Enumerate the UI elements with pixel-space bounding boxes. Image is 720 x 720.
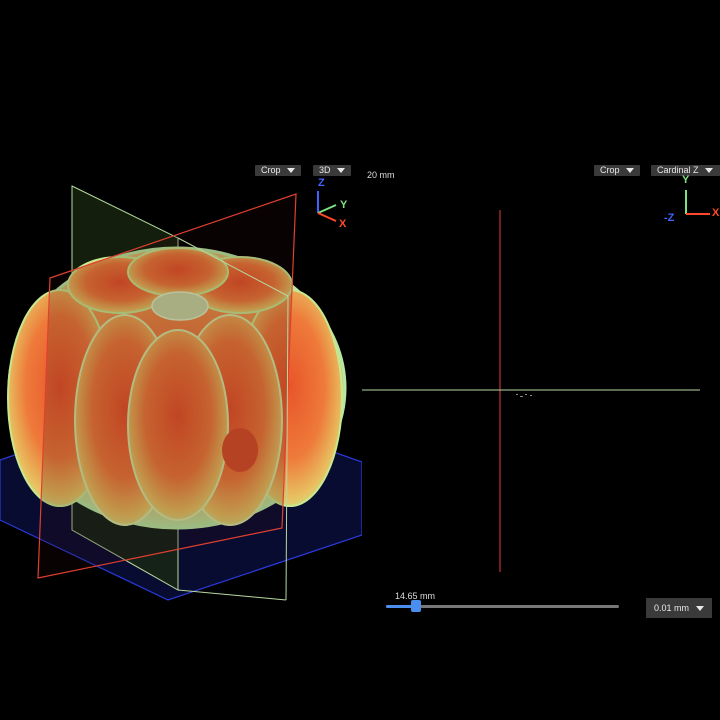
- slice-slider[interactable]: [386, 600, 619, 612]
- step-size-label: 0.01 mm: [654, 603, 690, 613]
- axis-gizmo-3d: [317, 191, 337, 222]
- chevron-down-icon: [286, 168, 295, 174]
- y-axis-label: Y: [682, 174, 690, 186]
- crop-label: Crop: [261, 165, 281, 175]
- crop-dropdown-slice[interactable]: Crop: [594, 165, 640, 176]
- crop-dropdown-3d[interactable]: Crop: [255, 165, 301, 176]
- x-axis-label: X: [712, 207, 720, 219]
- crop-label: Crop: [600, 165, 620, 175]
- view-mode-label: 3D: [319, 165, 331, 175]
- chevron-down-icon: [696, 606, 704, 611]
- chevron-down-icon: [336, 168, 345, 174]
- chevron-down-icon: [625, 168, 634, 174]
- slider-thumb[interactable]: [411, 600, 422, 612]
- z-axis-label: Z: [318, 177, 325, 189]
- y-axis-label: Y: [340, 199, 348, 211]
- slice-viewport[interactable]: [360, 200, 705, 580]
- orientation-label: Cardinal Z: [657, 165, 699, 175]
- slice-speckle: [516, 394, 532, 397]
- scale-label: 20 mm: [367, 170, 395, 180]
- step-size-dropdown[interactable]: 0.01 mm: [646, 598, 712, 618]
- chevron-down-icon: [704, 168, 713, 174]
- view-mode-dropdown[interactable]: 3D: [313, 165, 351, 176]
- viewport-3d[interactable]: [0, 0, 362, 720]
- x-axis-label: X: [339, 218, 347, 230]
